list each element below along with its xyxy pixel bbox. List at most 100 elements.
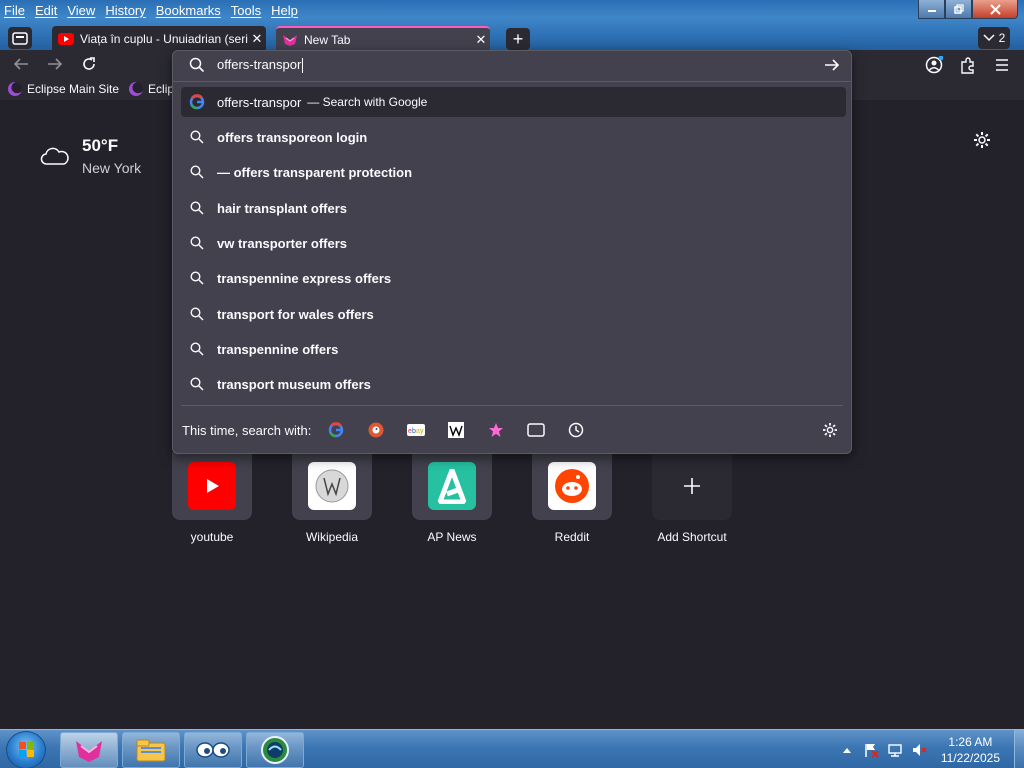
suggestion-item[interactable]: transpennine express offers bbox=[181, 263, 846, 293]
forward-arrow-icon bbox=[48, 58, 63, 70]
ebay-icon[interactable]: ebay bbox=[407, 421, 426, 439]
folder-icon bbox=[136, 739, 166, 762]
shortcut-tile bbox=[652, 452, 732, 520]
tab-count-button[interactable]: 2 bbox=[978, 27, 1010, 49]
bookmarks-star-icon[interactable] bbox=[487, 421, 505, 439]
action-center-flag-icon[interactable] bbox=[863, 742, 879, 758]
urlbar-input-row[interactable]: offers-transpor bbox=[173, 51, 851, 79]
system-tray: 1:26 AM 11/22/2025 bbox=[839, 730, 1024, 768]
tab-title: Viața în cuplu - Unuiadrian (seri bbox=[80, 32, 248, 46]
menu-help[interactable]: Help bbox=[271, 3, 298, 18]
gear-icon[interactable] bbox=[821, 421, 839, 439]
search-icon bbox=[189, 57, 205, 73]
suggestion-item[interactable]: vw transporter offers bbox=[181, 228, 846, 258]
forward-button[interactable] bbox=[44, 54, 66, 74]
svg-text:y: y bbox=[420, 428, 424, 435]
shortcut-tile bbox=[532, 452, 612, 520]
suggestion-item[interactable]: — offers transparent protection bbox=[181, 157, 846, 187]
show-hidden-icons-button[interactable] bbox=[839, 742, 855, 758]
puzzle-icon bbox=[961, 57, 974, 74]
tab-youtube[interactable]: Viața în cuplu - Unuiadrian (seri ✕ bbox=[52, 26, 266, 52]
shortcut-tile bbox=[412, 452, 492, 520]
shortcut-label: AP News bbox=[427, 530, 477, 544]
minimize-icon bbox=[927, 10, 936, 12]
close-window-button[interactable] bbox=[972, 0, 1018, 19]
suggestion-item[interactable]: offers transporeon login bbox=[181, 122, 846, 152]
clock-date: 11/22/2025 bbox=[940, 750, 1000, 765]
taskbar-app-eyes[interactable] bbox=[184, 732, 242, 768]
result-search-google[interactable]: offers-transpor — Search with Google bbox=[181, 87, 846, 117]
suggestion-item[interactable]: transport for wales offers bbox=[181, 299, 846, 329]
taskbar-explorer[interactable] bbox=[122, 732, 180, 768]
search-icon bbox=[189, 164, 205, 180]
shortcut-label: Add Shortcut bbox=[657, 530, 727, 544]
tab-new-tab[interactable]: New Tab ✕ bbox=[276, 26, 490, 52]
page-settings-button[interactable] bbox=[972, 130, 992, 150]
taskbar-browser[interactable] bbox=[60, 732, 118, 768]
suggestion-item[interactable]: transpennine offers bbox=[181, 334, 846, 364]
shortcut-wikipedia[interactable]: Wikipedia bbox=[292, 452, 372, 544]
history-icon[interactable] bbox=[567, 421, 585, 439]
duckduckgo-icon[interactable] bbox=[367, 421, 385, 439]
extensions-button[interactable] bbox=[958, 55, 978, 75]
app-menu-button[interactable] bbox=[992, 55, 1012, 75]
hamburger-icon bbox=[996, 59, 1008, 71]
back-button[interactable] bbox=[10, 54, 32, 74]
tab-list-button[interactable] bbox=[8, 27, 32, 49]
menu-file[interactable]: File bbox=[4, 3, 25, 18]
new-tab-button[interactable]: + bbox=[506, 28, 530, 50]
account-button[interactable] bbox=[924, 55, 944, 75]
go-arrow-icon[interactable] bbox=[823, 56, 841, 74]
url-input[interactable]: offers-transpor bbox=[217, 56, 304, 74]
volume-muted-icon[interactable] bbox=[911, 742, 927, 758]
shortcut-label: Reddit bbox=[554, 530, 590, 544]
menu-edit[interactable]: Edit bbox=[35, 3, 57, 18]
close-tab-button[interactable]: ✕ bbox=[248, 31, 266, 47]
reddit-icon bbox=[548, 462, 596, 510]
browser-logo-icon bbox=[76, 741, 102, 762]
plus-icon bbox=[684, 478, 700, 494]
minimize-button[interactable] bbox=[918, 0, 945, 19]
weather-widget[interactable]: 50°F New York bbox=[40, 136, 141, 176]
show-desktop-button[interactable] bbox=[1014, 730, 1024, 768]
menu-bookmarks[interactable]: Bookmarks bbox=[156, 3, 221, 18]
add-shortcut-button[interactable]: Add Shortcut bbox=[652, 452, 732, 544]
bookmark-item[interactable]: Eclipse Main Site bbox=[8, 82, 119, 96]
tab-list-icon bbox=[12, 32, 28, 45]
ap-news-icon bbox=[428, 462, 476, 510]
taskbar-clock[interactable]: 1:26 AM 11/22/2025 bbox=[941, 734, 1000, 766]
url-input-text: offers-transpor bbox=[217, 56, 302, 72]
chevron-down-icon bbox=[983, 34, 995, 42]
menu-history[interactable]: History bbox=[105, 3, 145, 18]
suggestion-item[interactable]: hair transplant offers bbox=[181, 193, 846, 223]
youtube-icon bbox=[58, 33, 74, 45]
suggestion-text: transpennine express offers bbox=[217, 270, 392, 286]
google-icon[interactable] bbox=[327, 421, 345, 439]
network-icon[interactable] bbox=[887, 742, 903, 758]
suggestion-item[interactable]: transport museum offers bbox=[181, 369, 846, 399]
tab-strip: Viața în cuplu - Unuiadrian (seri ✕ New … bbox=[0, 24, 1024, 52]
windows-taskbar: 1:26 AM 11/22/2025 bbox=[0, 729, 1024, 768]
suggestion-text: transpennine offers bbox=[217, 341, 339, 357]
taskbar-app-globe[interactable] bbox=[246, 732, 304, 768]
shortcut-reddit[interactable]: Reddit bbox=[532, 452, 612, 544]
globe-icon bbox=[261, 736, 289, 764]
menu-tools[interactable]: Tools bbox=[231, 3, 261, 18]
reload-button[interactable] bbox=[78, 54, 100, 74]
tabs-icon[interactable] bbox=[527, 421, 546, 439]
eyes-icon bbox=[196, 742, 230, 758]
wikipedia-icon[interactable] bbox=[447, 421, 465, 439]
start-button[interactable] bbox=[6, 731, 46, 768]
shortcut-youtube[interactable]: youtube bbox=[172, 452, 252, 544]
suggestion-text: offers transporeon login bbox=[217, 129, 368, 145]
google-icon bbox=[189, 94, 205, 110]
restore-button[interactable] bbox=[945, 0, 972, 19]
shortcut-ap-news[interactable]: AP News bbox=[412, 452, 492, 544]
result-text: offers-transpor bbox=[217, 94, 302, 110]
close-tab-button[interactable]: ✕ bbox=[472, 32, 490, 48]
youtube-icon bbox=[188, 462, 236, 510]
menu-view[interactable]: View bbox=[67, 3, 95, 18]
search-icon bbox=[189, 341, 205, 357]
chevron-up-icon bbox=[842, 747, 851, 753]
one-off-search-row: This time, search with: ebay bbox=[173, 417, 851, 443]
